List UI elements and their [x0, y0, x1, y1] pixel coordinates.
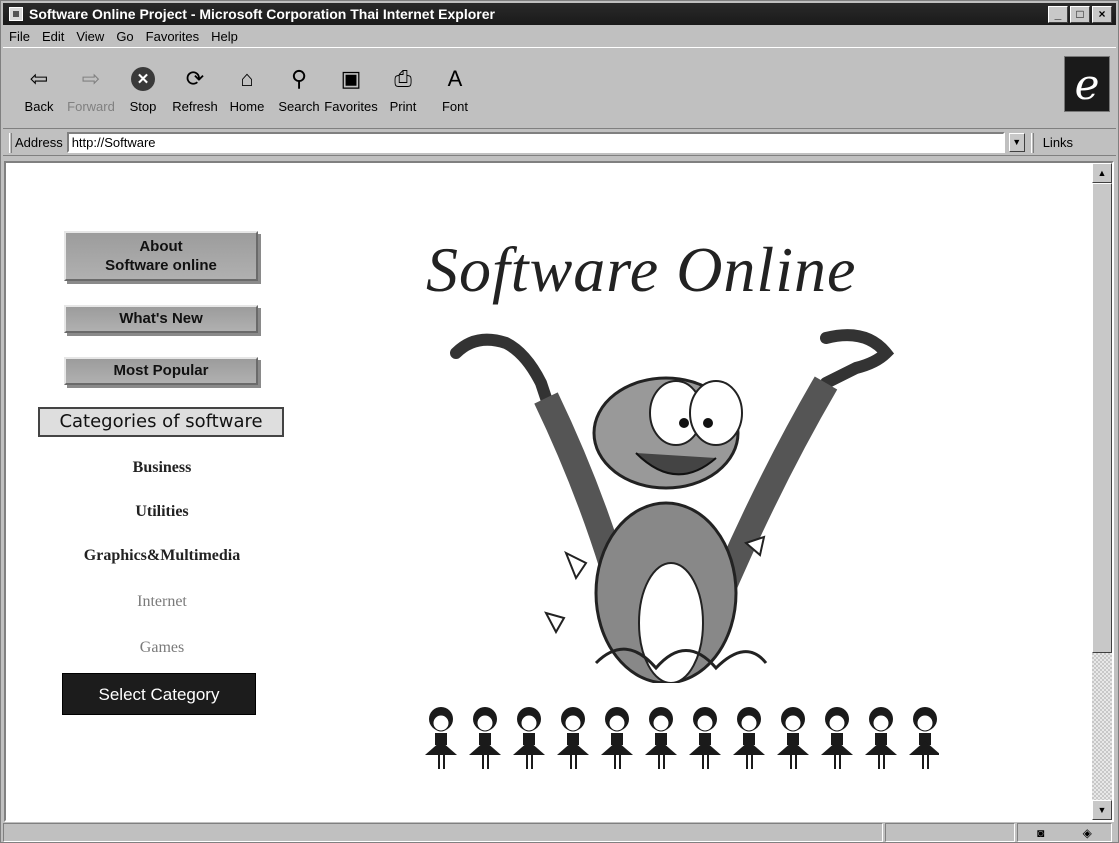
window-title: Software Online Project - Microsoft Corp… [29, 6, 495, 22]
home-icon: ⌂ [240, 66, 254, 91]
browser-window: Software Online Project - Microsoft Corp… [0, 0, 1119, 843]
category-graphics-multimedia[interactable]: Graphics&Multimedia [34, 547, 290, 565]
favorites-button[interactable]: ▣ Favorites [324, 54, 378, 120]
search-icon: ⚲ [290, 66, 308, 91]
refresh-icon: ⟳ [185, 66, 205, 91]
search-label: Search [278, 99, 320, 114]
zone-icon: ◈ [1082, 825, 1092, 840]
stop-button[interactable]: ✕ Stop [117, 54, 169, 120]
scrollbar-thumb[interactable] [1092, 183, 1112, 653]
about-button[interactable]: About Software online [64, 231, 258, 281]
categories-heading: Categories of software [38, 407, 284, 437]
font-label: Font [441, 99, 468, 114]
scroll-up-button[interactable]: ▲ [1092, 163, 1112, 183]
back-arrow-icon: ⇦ [29, 66, 49, 91]
home-button[interactable]: ⌂ Home [221, 54, 273, 120]
page-viewport[interactable]: About Software online What's New Most Po… [4, 161, 1114, 822]
title-bar[interactable]: Software Online Project - Microsoft Corp… [3, 3, 1116, 25]
links-button[interactable]: Links [1043, 135, 1073, 150]
print-button[interactable]: ⎙ Print [377, 54, 429, 120]
menu-edit[interactable]: Edit [36, 29, 70, 44]
toolbar-buttons: ⇦ Back ⇨ Forward ✕ Stop ⟳ Refresh ⌂ Home… [13, 54, 481, 120]
category-business[interactable]: Business [34, 459, 290, 477]
about-label-line1: About [139, 238, 183, 255]
home-label: Home [229, 99, 265, 114]
refresh-button[interactable]: ⟳ Refresh [169, 54, 221, 120]
font-icon: A [447, 66, 463, 91]
most-popular-button[interactable]: Most Popular [64, 357, 258, 385]
status-progress-pane [885, 823, 1015, 842]
maximize-button[interactable]: □ [1070, 6, 1090, 23]
forward-button[interactable]: ⇨ Forward [65, 54, 117, 120]
favorites-icon: ▣ [340, 66, 362, 91]
security-icon: ◙ [1037, 825, 1045, 840]
menu-help[interactable]: Help [205, 29, 244, 44]
menu-go[interactable]: Go [110, 29, 139, 44]
scroll-down-button[interactable]: ▼ [1092, 800, 1112, 820]
address-dropdown-button[interactable]: ▼ [1008, 133, 1025, 152]
address-bar: Address http://Software ▼ Links [3, 130, 1116, 156]
window-controls: _ □ × [1048, 6, 1112, 23]
menu-file[interactable]: File [3, 29, 36, 44]
font-button[interactable]: A Font [429, 54, 481, 120]
menu-view[interactable]: View [70, 29, 110, 44]
panther-mascot-image [450, 329, 895, 683]
vertical-scrollbar[interactable]: ▲ ▼ [1092, 163, 1112, 820]
refresh-label: Refresh [172, 99, 218, 114]
back-button[interactable]: ⇦ Back [13, 54, 65, 120]
app-icon [9, 7, 23, 21]
doll-row-image [425, 706, 939, 770]
status-zone-pane: ◙ ◈ [1017, 823, 1112, 842]
toolbar-grip[interactable] [1030, 132, 1034, 153]
toolbar-grip[interactable] [9, 132, 12, 153]
minimize-button[interactable]: _ [1048, 6, 1068, 23]
address-label: Address [15, 135, 63, 150]
stop-icon: ✕ [131, 67, 155, 91]
menu-favorites[interactable]: Favorites [140, 29, 205, 44]
menu-bar: File Edit View Go Favorites Help [3, 26, 1116, 46]
select-category-button[interactable]: Select Category [62, 673, 256, 715]
back-label: Back [24, 99, 54, 114]
print-icon: ⎙ [394, 66, 412, 91]
address-input[interactable]: http://Software [66, 132, 1005, 153]
about-label-line2: Software online [105, 257, 217, 274]
close-button[interactable]: × [1092, 6, 1112, 23]
ie-logo-icon: e [1064, 56, 1110, 112]
search-button[interactable]: ⚲ Search [273, 54, 325, 120]
category-internet[interactable]: Internet [34, 593, 290, 611]
favorites-label: Favorites [324, 99, 378, 114]
print-label: Print [389, 99, 417, 114]
stop-label: Stop [129, 99, 157, 114]
page-heading: Software Online [426, 234, 857, 305]
whats-new-button[interactable]: What's New [64, 305, 258, 333]
status-bar: ◙ ◈ [3, 823, 1116, 842]
status-text-pane [3, 823, 883, 842]
forward-arrow-icon: ⇨ [81, 66, 101, 91]
forward-label: Forward [67, 99, 115, 114]
standard-toolbar: ⇦ Back ⇨ Forward ✕ Stop ⟳ Refresh ⌂ Home… [3, 47, 1116, 129]
category-utilities[interactable]: Utilities [34, 503, 290, 521]
category-games[interactable]: Games [34, 639, 290, 657]
